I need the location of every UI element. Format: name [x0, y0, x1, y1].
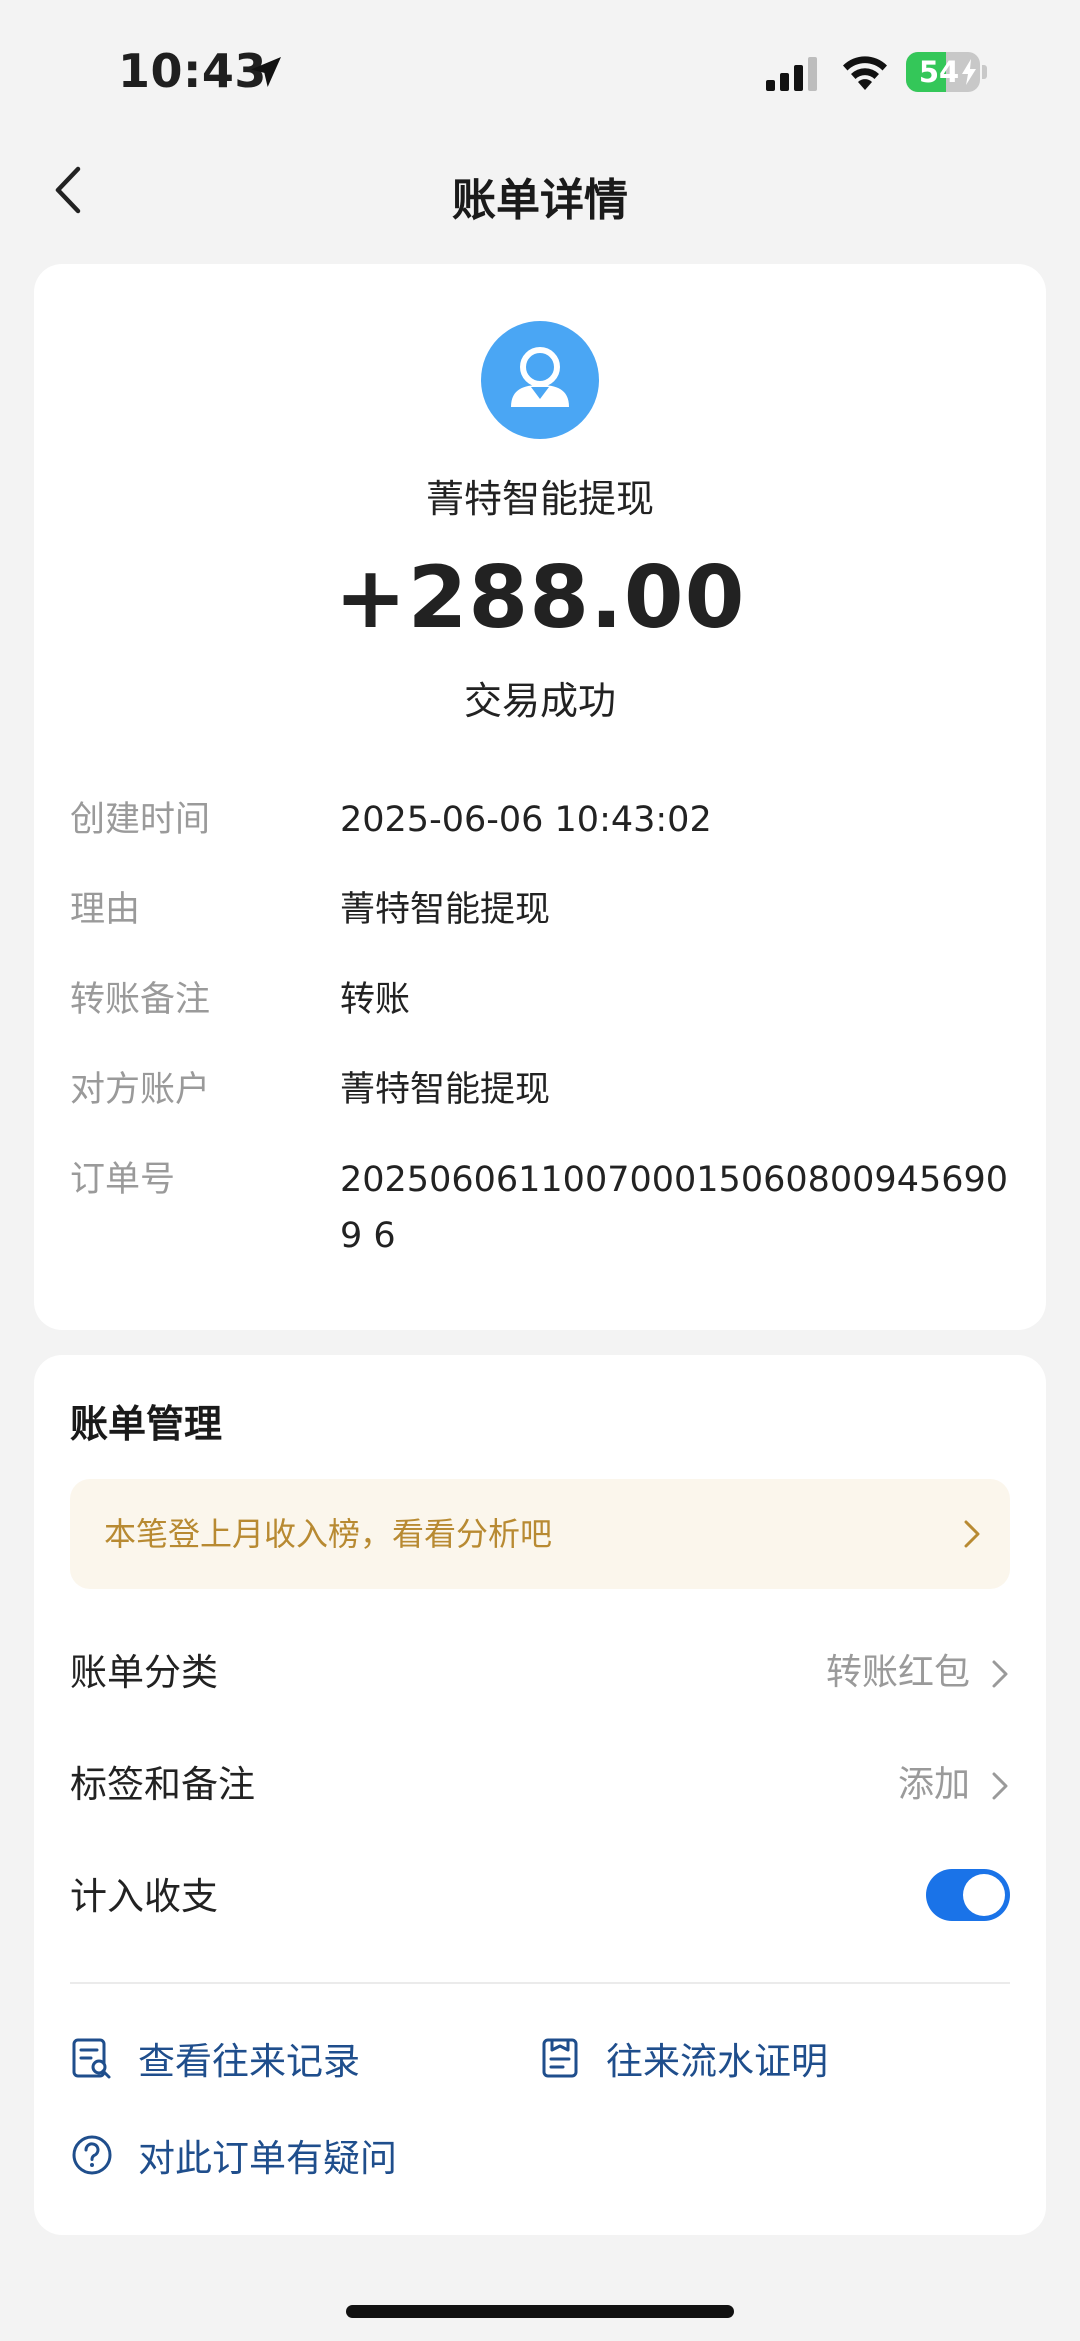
view-records-button[interactable]: 查看往来记录 — [70, 2023, 360, 2093]
order-number-value[interactable]: 2025060611007000150608009456909 6 — [340, 1152, 1010, 1264]
wifi-icon — [843, 56, 887, 90]
bill-management-card: 账单管理 本笔登上月收入榜，看看分析吧 账单分类 转账红包 标签和备注 添加 计… — [34, 1355, 1046, 2235]
detail-value: 菁特智能提现 — [340, 1070, 551, 1110]
home-indicator[interactable] — [346, 2305, 734, 2318]
transaction-status: 交易成功 — [463, 679, 616, 723]
location-arrow-icon — [251, 57, 281, 87]
action-label: 查看往来记录 — [138, 2040, 360, 2083]
banner-text: 本笔登上月收入榜，看看分析吧 — [104, 1515, 553, 1553]
detail-label: 创建时间 — [70, 800, 211, 840]
detail-value: 菁特智能提现 — [340, 890, 551, 930]
certificate-icon — [542, 2038, 578, 2078]
toggle-knob — [963, 1874, 1005, 1916]
battery-charging-icon: 54 — [906, 52, 987, 92]
cellular-signal-icon — [766, 57, 817, 91]
detail-label: 对方账户 — [70, 1070, 211, 1110]
bolt-icon — [962, 59, 976, 85]
action-label: 往来流水证明 — [606, 2040, 828, 2083]
setting-label: 计入收支 — [70, 1875, 218, 1918]
chevron-right-icon — [992, 1772, 1008, 1800]
status-time: 10:43 — [118, 44, 267, 98]
detail-label: 订单号 — [70, 1160, 176, 1200]
detail-label: 转账备注 — [70, 980, 211, 1020]
question-circle-icon — [72, 2135, 112, 2175]
action-label: 对此订单有疑问 — [138, 2137, 397, 2180]
detail-label: 理由 — [70, 890, 141, 930]
include-in-balance-toggle[interactable] — [926, 1869, 1010, 1921]
bill-category-row[interactable]: 账单分类 转账红包 — [70, 1633, 1010, 1713]
tags-notes-row[interactable]: 标签和备注 添加 — [70, 1745, 1010, 1825]
order-question-button[interactable]: 对此订单有疑问 — [70, 2120, 397, 2190]
payee-name: 菁特智能提现 — [425, 477, 654, 521]
setting-label: 标签和备注 — [70, 1763, 255, 1806]
section-title: 账单管理 — [70, 1402, 223, 1446]
transaction-card: 菁特智能提现 +288.00 交易成功 创建时间 2025-06-06 10:4… — [34, 264, 1046, 1330]
chevron-right-icon — [992, 1660, 1008, 1688]
setting-label: 账单分类 — [70, 1651, 218, 1694]
nav-bar: 账单详情 — [0, 140, 1080, 240]
page-title: 账单详情 — [452, 175, 628, 226]
record-search-icon — [72, 2038, 111, 2079]
user-avatar-icon — [481, 321, 599, 439]
transaction-proof-button[interactable]: 往来流水证明 — [538, 2023, 828, 2093]
detail-value: 转账 — [340, 980, 411, 1020]
divider — [70, 1982, 1010, 1984]
include-in-balance-row: 计入收支 — [70, 1857, 1010, 1937]
setting-value: 转账红包 — [825, 1652, 970, 1693]
chevron-right-icon — [964, 1520, 980, 1548]
detail-value: 2025-06-06 10:43:02 — [340, 800, 712, 840]
income-rank-banner[interactable]: 本笔登上月收入榜，看看分析吧 — [70, 1479, 1010, 1589]
status-bar: 10:43 54 — [0, 0, 1080, 140]
bill-detail-screen: 10:43 54 账单详情 菁特智能提现 +288.00 交易成功 创建时间 2… — [0, 0, 1080, 2341]
transaction-amount: +288.00 — [334, 548, 746, 648]
setting-value: 添加 — [897, 1764, 970, 1805]
